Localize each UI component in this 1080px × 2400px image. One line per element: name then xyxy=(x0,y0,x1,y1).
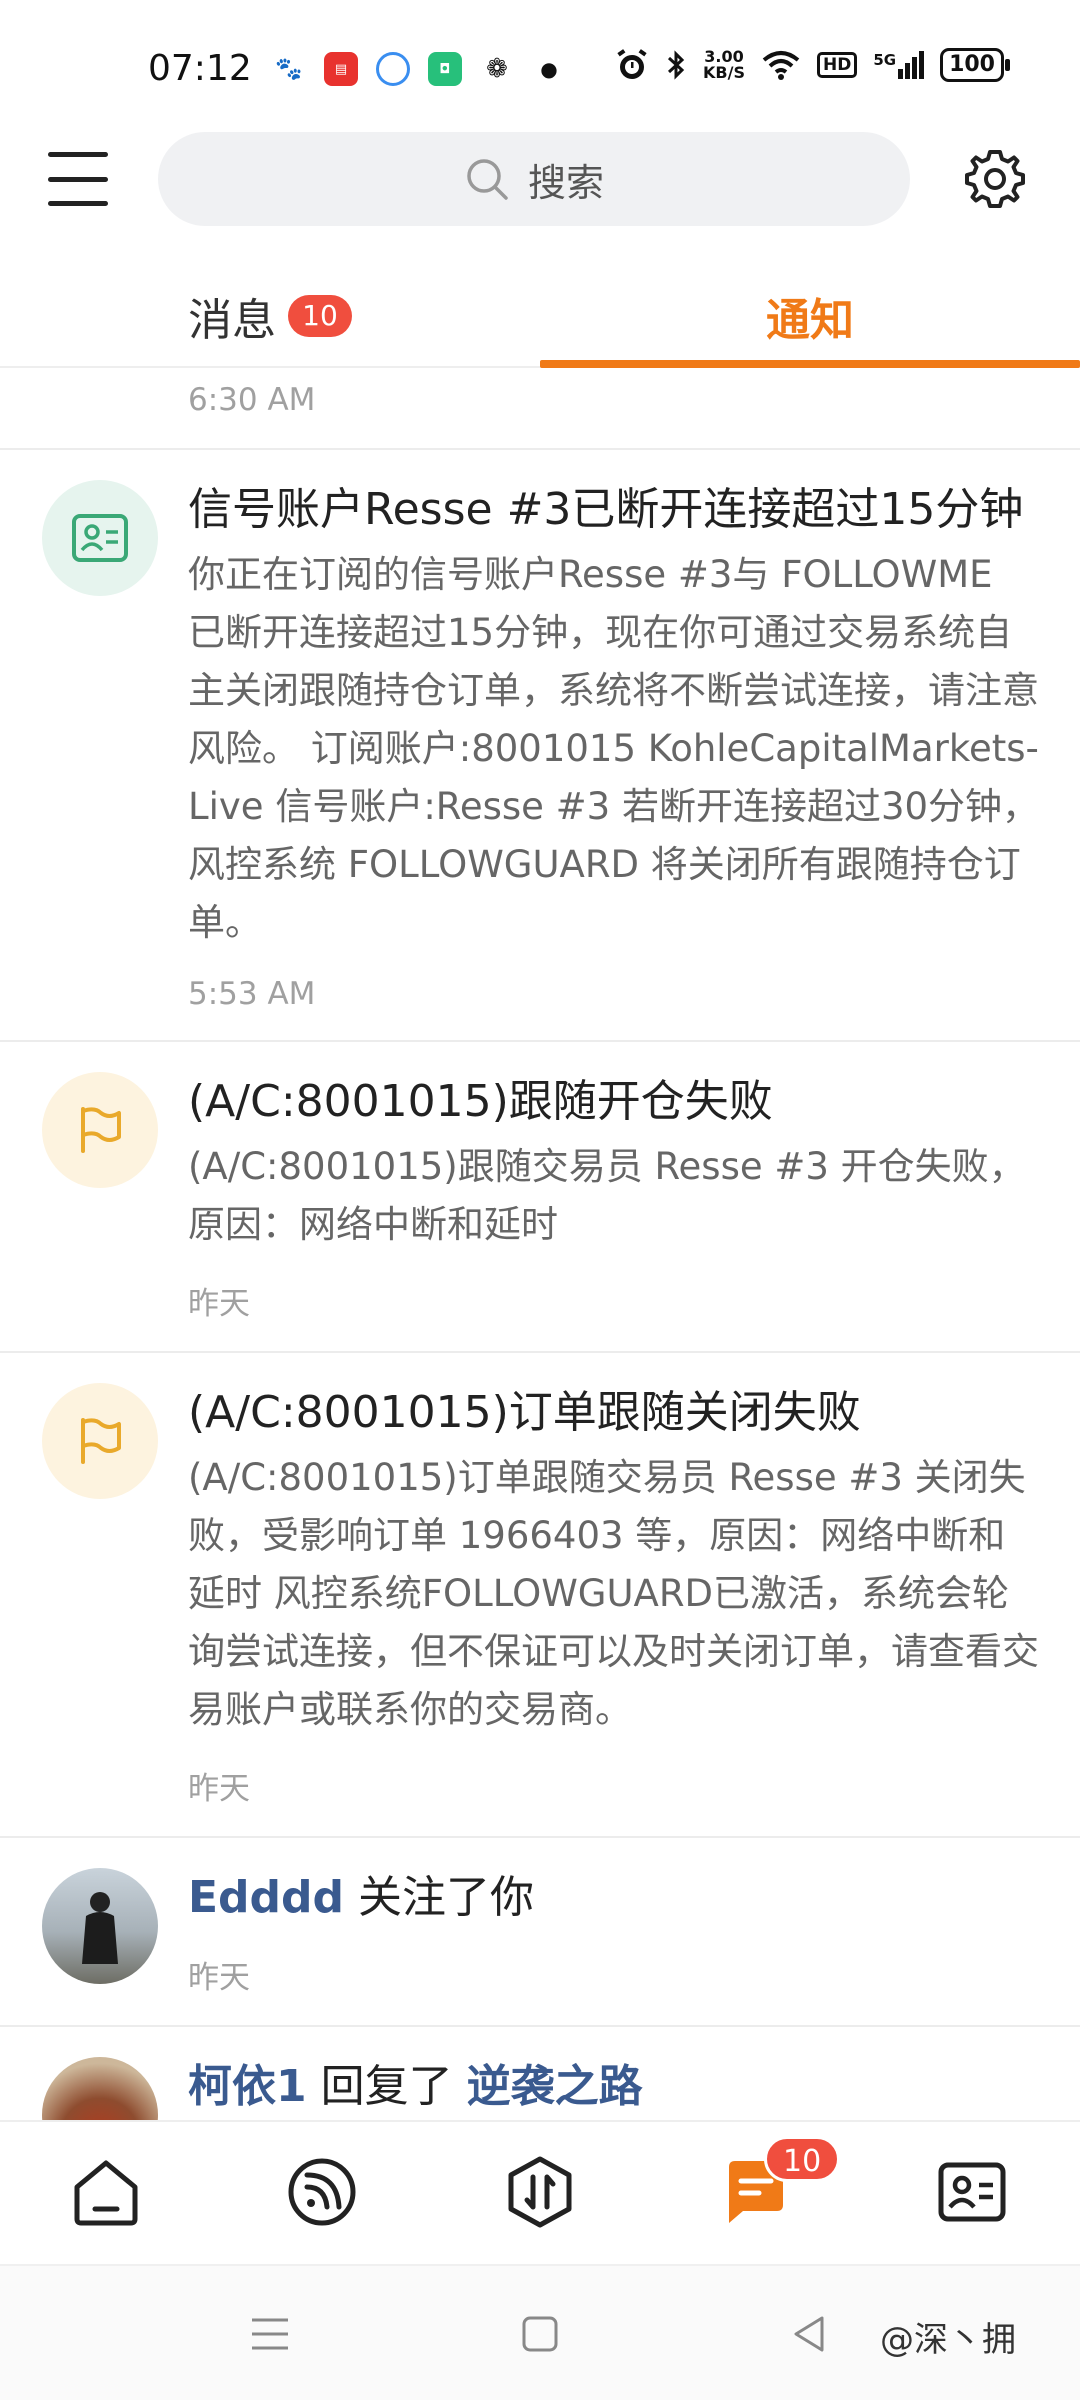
tab-messages[interactable]: 消息 10 xyxy=(0,264,540,368)
status-right-group: 3.00 KB/S HD 5G 100 xyxy=(615,47,1010,82)
search-input[interactable]: 搜索 xyxy=(158,132,910,226)
alarm-icon xyxy=(617,49,647,79)
recent-apps-button[interactable] xyxy=(242,2306,298,2362)
signal-icon: 5G xyxy=(873,51,925,79)
bluetooth-icon xyxy=(667,50,685,80)
social-action: 回复了 xyxy=(320,2061,453,2112)
tab-notifications[interactable]: 通知 xyxy=(540,264,1080,368)
item-title: (A/C:8001015)跟随开仓失败 xyxy=(188,1076,773,1127)
status-bar: 07:12 🐾 ▤ ◘ ❁ ● 3.00 KB/S HD 5G 100 xyxy=(0,0,1080,120)
list-item[interactable]: (A/C:8001015)跟随开仓失败 (A/C:8001015)跟随交易员 R… xyxy=(0,1042,1080,1353)
back-triangle-icon xyxy=(794,2316,824,2352)
flag-icon xyxy=(81,1418,121,1464)
item-time: 昨天 xyxy=(188,1286,250,1322)
tab-messages-label: 消息 xyxy=(188,295,277,346)
nav-profile[interactable] xyxy=(932,2152,1012,2232)
home-icon xyxy=(74,2160,138,2226)
flag-icon xyxy=(81,1107,121,1153)
user-avatar[interactable] xyxy=(42,1868,158,1984)
toutiao-icon: ▤ xyxy=(324,52,358,86)
person-photo-icon xyxy=(82,1892,118,1964)
nav-home[interactable] xyxy=(66,2152,146,2232)
browser-icon xyxy=(376,52,410,86)
status-time: 07:12 xyxy=(148,48,252,89)
nav-messages-badge: 10 xyxy=(764,2136,841,2182)
back-button[interactable] xyxy=(782,2306,838,2362)
item-avatar xyxy=(42,480,158,596)
top-bar: 搜索 xyxy=(0,130,1080,230)
active-tab-indicator xyxy=(540,360,1080,368)
battery-indicator: 100 xyxy=(940,48,1010,82)
wechat-icon: ❁ xyxy=(480,52,514,86)
net-speed: 3.00 KB/S xyxy=(703,47,745,82)
hd-indicator: HD xyxy=(816,52,858,78)
menu-lines-icon xyxy=(252,2318,288,2350)
social-line: 柯依1 回复了 逆袭之路 xyxy=(188,2057,1040,2117)
tab-notifications-label: 通知 xyxy=(766,295,854,346)
list-item[interactable]: Edddd 关注了你 昨天 xyxy=(0,1838,1080,2027)
list-item[interactable]: 信号账户Resse #3已断开连接超过15分钟 你正在订阅的信号账户Resse … xyxy=(0,450,1080,1042)
wifi-icon xyxy=(762,51,800,80)
item-time: 昨天 xyxy=(188,1771,250,1807)
id-card-icon xyxy=(72,514,128,562)
item-body: (A/C:8001015)订单跟随交易员 Resse #3 关闭失败，受影响订单… xyxy=(188,1456,1039,1731)
trade-icon xyxy=(508,2156,572,2228)
item-title: 信号账户Resse #3已断开连接超过15分钟 xyxy=(188,484,1024,535)
baidu-icon: 🐾 xyxy=(272,52,306,86)
bottom-nav: 10 xyxy=(0,2120,1080,2264)
item-title: (A/C:8001015)订单跟随关闭失败 xyxy=(188,1387,861,1438)
item-avatar xyxy=(42,1383,158,1499)
store-icon: ◘ xyxy=(428,52,462,86)
social-line: Edddd 关注了你 xyxy=(188,1868,1040,1928)
social-action: 关注了你 xyxy=(358,1872,535,1923)
feed-icon xyxy=(288,2158,356,2226)
post-link[interactable]: 逆袭之路 xyxy=(467,2061,643,2112)
item-time: 5:53 AM xyxy=(188,976,316,1012)
list-item[interactable]: (A/C:8001015)订单跟随关闭失败 (A/C:8001015)订单跟随交… xyxy=(0,1353,1080,1838)
item-time: 昨天 xyxy=(188,1960,250,1996)
menu-icon[interactable] xyxy=(46,148,110,210)
item-time: 6:30 AM xyxy=(188,382,316,418)
system-nav-bar: @深丶拥 xyxy=(0,2264,1080,2400)
watermark: @深丶拥 xyxy=(880,2320,1016,2360)
square-icon xyxy=(522,2316,558,2352)
search-placeholder: 搜索 xyxy=(527,160,604,205)
dot-icon: ● xyxy=(532,52,566,86)
search-icon xyxy=(467,159,508,200)
tab-bar: 消息 10 通知 xyxy=(0,264,1080,368)
item-body: (A/C:8001015)跟随交易员 Resse #3 开仓失败，原因：网络中断… xyxy=(188,1145,1026,1246)
list-item[interactable]: 柯依1 回复了 逆袭之路 xyxy=(0,2027,1080,2120)
profile-icon xyxy=(938,2162,1006,2222)
status-app-icons: 🐾 ▤ ◘ ❁ ● xyxy=(272,52,566,86)
user-avatar[interactable] xyxy=(42,2057,158,2120)
gear-icon[interactable] xyxy=(962,146,1028,212)
user-name-link[interactable]: Edddd xyxy=(188,1872,344,1923)
item-body: 你正在订阅的信号账户Resse #3与 FOLLOWME 已断开连接超过15分钟… xyxy=(188,553,1040,944)
item-avatar xyxy=(42,1072,158,1188)
user-name-link[interactable]: 柯依1 xyxy=(188,2061,307,2112)
nav-trade[interactable] xyxy=(500,2152,580,2232)
nav-feed[interactable] xyxy=(282,2152,362,2232)
list-item[interactable]: 6:30 AM xyxy=(0,368,1080,450)
notification-list[interactable]: 6:30 AM 信号账户Resse #3已断开连接超过15分钟 你正在订阅的信号… xyxy=(0,368,1080,2120)
messages-badge: 10 xyxy=(288,295,352,337)
home-button[interactable] xyxy=(512,2306,568,2362)
